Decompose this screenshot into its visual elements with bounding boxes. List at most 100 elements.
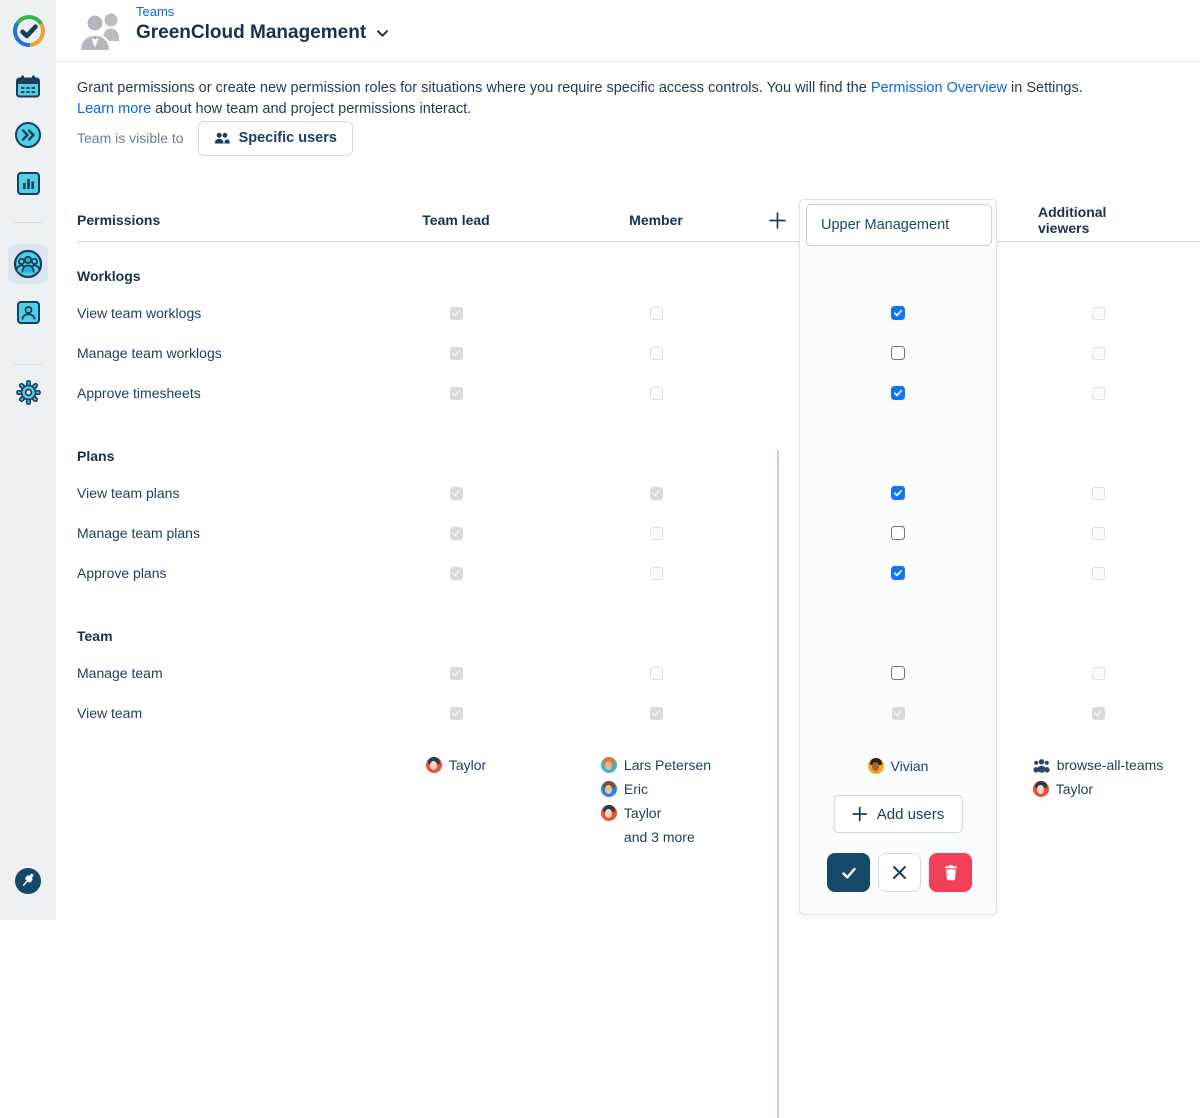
user-item: Lars Petersen bbox=[601, 753, 711, 777]
section-row: Team bbox=[56, 593, 1200, 653]
cell-extra bbox=[1038, 653, 1158, 693]
cell-role bbox=[838, 373, 958, 413]
section-title: Plans bbox=[77, 448, 114, 464]
checkbox-unchecked-disabled bbox=[650, 347, 663, 360]
permission-overview-link[interactable]: Permission Overview bbox=[871, 80, 1007, 96]
avatar bbox=[601, 781, 617, 797]
close-icon bbox=[891, 864, 908, 881]
cell-extra bbox=[1038, 513, 1158, 553]
cell-extra bbox=[1038, 293, 1158, 333]
plus-icon bbox=[768, 211, 787, 230]
tempo-logo-icon[interactable] bbox=[10, 12, 48, 50]
checkbox-unchecked-disabled bbox=[1092, 347, 1105, 360]
permission-row: View team plans bbox=[56, 473, 1200, 513]
checkbox-unchecked-disabled bbox=[1092, 527, 1105, 540]
permissions-table-body: WorklogsView team worklogsManage team wo… bbox=[56, 242, 1200, 733]
team-lead-users: Taylor bbox=[426, 753, 486, 777]
cell-role bbox=[838, 293, 958, 333]
section-title: Team bbox=[77, 628, 113, 644]
delete-role-button[interactable] bbox=[929, 853, 972, 892]
intro-part-3: about how team and project permissions i… bbox=[151, 101, 471, 117]
checkbox-checked[interactable] bbox=[891, 386, 905, 400]
add-users-label: Add users bbox=[877, 806, 945, 823]
checkbox-checked[interactable] bbox=[891, 486, 905, 500]
cell-extra bbox=[1038, 333, 1158, 373]
calendar-icon[interactable] bbox=[8, 67, 48, 107]
permission-row: Approve plans bbox=[56, 553, 1200, 593]
add-users-button[interactable]: Add users bbox=[834, 795, 963, 833]
add-role-button[interactable] bbox=[768, 211, 787, 230]
column-divider bbox=[777, 450, 779, 1118]
cell-member bbox=[596, 513, 716, 553]
role-name-input[interactable] bbox=[806, 204, 992, 246]
checkbox-unchecked[interactable] bbox=[891, 666, 905, 680]
checkbox-checked-disabled bbox=[892, 707, 905, 720]
checkbox-checked[interactable] bbox=[891, 306, 905, 320]
users-icon bbox=[214, 131, 230, 146]
permission-label: Approve timesheets bbox=[77, 373, 201, 413]
user-item: Taylor bbox=[601, 801, 661, 825]
permission-row: Manage team plans bbox=[56, 513, 1200, 553]
cell-member bbox=[596, 473, 716, 513]
checkbox-unchecked[interactable] bbox=[891, 346, 905, 360]
col-header-member: Member bbox=[596, 198, 716, 242]
expand-double-chevron-icon[interactable] bbox=[8, 115, 48, 155]
role-users: Vivian bbox=[868, 754, 929, 778]
permission-row: Manage team worklogs bbox=[56, 333, 1200, 373]
cell-lead bbox=[396, 653, 516, 693]
checkbox-unchecked-disabled bbox=[650, 527, 663, 540]
teams-icon[interactable] bbox=[8, 244, 48, 284]
checkbox-checked-disabled bbox=[450, 487, 463, 500]
checkbox-unchecked-disabled bbox=[1092, 307, 1105, 320]
visibility-button[interactable]: Specific users bbox=[198, 121, 353, 156]
confirm-role-button[interactable] bbox=[827, 853, 870, 892]
cell-lead bbox=[396, 373, 516, 413]
permission-row: View team worklogs bbox=[56, 293, 1200, 333]
breadcrumb-teams[interactable]: Teams bbox=[136, 4, 390, 19]
checkbox-checked-disabled bbox=[1092, 707, 1105, 720]
cell-lead bbox=[396, 693, 516, 733]
user-item: browse-all-teams bbox=[1033, 753, 1164, 777]
cell-member bbox=[596, 653, 716, 693]
sidebar-divider bbox=[14, 222, 42, 223]
cell-lead bbox=[396, 473, 516, 513]
user-item: Taylor bbox=[1033, 777, 1093, 801]
cancel-role-button[interactable] bbox=[878, 853, 921, 892]
page-header: Teams GreenCloud Management bbox=[56, 0, 1200, 62]
checkbox-unchecked[interactable] bbox=[891, 526, 905, 540]
chevron-down-icon[interactable] bbox=[375, 26, 390, 41]
checkbox-checked-disabled bbox=[650, 487, 663, 500]
intro-text: Grant permissions or create new permissi… bbox=[77, 78, 1177, 119]
cell-role bbox=[838, 653, 958, 693]
settings-gear-icon[interactable] bbox=[8, 372, 48, 412]
role-editor-actions bbox=[827, 853, 972, 892]
learn-more-link[interactable]: Learn more bbox=[77, 101, 151, 117]
cell-member bbox=[596, 553, 716, 593]
cell-lead bbox=[396, 553, 516, 593]
pinned-nav-pushpin-icon[interactable] bbox=[8, 861, 48, 901]
visibility-label: Team is visible to bbox=[77, 130, 184, 146]
reports-chart-icon[interactable] bbox=[8, 163, 48, 203]
checkbox-unchecked-disabled bbox=[650, 567, 663, 580]
avatar bbox=[426, 757, 442, 773]
checkbox-checked[interactable] bbox=[891, 566, 905, 580]
cell-member bbox=[596, 693, 716, 733]
intro-part-2: in Settings. bbox=[1007, 80, 1083, 96]
cell-lead bbox=[396, 293, 516, 333]
section-row: Plans bbox=[56, 413, 1200, 473]
permissions-table: Permissions Team lead Member Additional … bbox=[56, 198, 1200, 873]
checkbox-unchecked-disabled bbox=[1092, 487, 1105, 500]
permission-label: Manage team plans bbox=[77, 513, 200, 553]
checkbox-checked-disabled bbox=[450, 347, 463, 360]
cell-role bbox=[838, 693, 958, 733]
accounts-person-icon[interactable] bbox=[8, 292, 48, 332]
more-users-label[interactable]: and 3 more bbox=[601, 825, 695, 849]
intro-part-1: Grant permissions or create new permissi… bbox=[77, 80, 871, 96]
user-name: Vivian bbox=[891, 758, 929, 774]
cell-role bbox=[838, 333, 958, 373]
cell-extra bbox=[1038, 693, 1158, 733]
cell-extra bbox=[1038, 553, 1158, 593]
table-header-row: Permissions Team lead Member Additional … bbox=[56, 198, 1200, 242]
cell-member bbox=[596, 293, 716, 333]
section-row: Worklogs bbox=[56, 242, 1200, 293]
